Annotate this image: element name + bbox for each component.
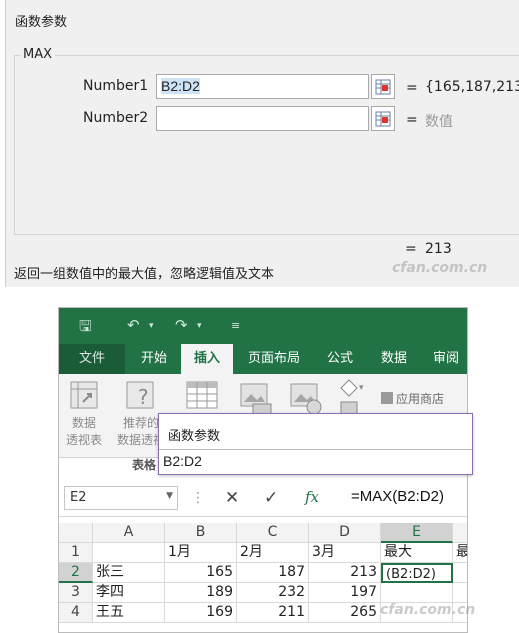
cell-f1[interactable]: 最 [453,543,467,563]
number2-equals: = [406,112,418,128]
online-pictures-icon [290,383,322,415]
tab-file[interactable]: 文件 [59,344,125,374]
tab-insert[interactable]: 插入 [181,344,233,374]
column-header-b[interactable]: B [165,523,237,543]
column-header-a[interactable]: A [93,523,165,543]
svg-text:?: ? [138,385,149,409]
cell-a4[interactable]: 王五 [93,603,165,623]
store-icon [381,392,393,404]
cell-b1[interactable]: 1月 [165,543,237,563]
cell-f2[interactable] [453,563,467,583]
pivot-table-label-2: 透视表 [65,433,102,447]
watermark: cfan.com.cn [392,260,488,276]
column-header-c[interactable]: C [237,523,309,543]
save-icon[interactable]: 🖫 [79,316,92,341]
formula-bar: E2 ▼ ⋮ ✕ ✓ fx =MAX(B2:D2) [59,480,467,517]
number2-input[interactable] [156,106,369,131]
undo-icon[interactable]: ↶ [127,316,140,334]
function-arguments-dialog: 函数参数 MAX Number1 B2:D2 = {165,187,213} N… [5,0,519,287]
shapes-icon[interactable]: ▾ [335,378,369,418]
insert-function-icon[interactable]: fx [305,488,319,506]
ribbon-tabs: 文件 开始 插入 页面布局 公式 数据 审阅 [59,344,467,374]
row-header[interactable]: 3 [59,583,93,603]
number1-label: Number1 [83,78,149,94]
function-description: 返回一组数值中的最大值，忽略逻辑值及文本 [14,267,275,282]
table-icon [186,381,218,409]
redo-dropdown-icon[interactable]: ▾ [197,321,202,331]
cell-f3[interactable] [453,583,467,603]
cell-a3[interactable]: 李四 [93,583,165,603]
pivot-table-label-1: 数据 [71,416,96,430]
tab-formulas[interactable]: 公式 [315,344,365,374]
dialog-title: 函数参数 [15,15,68,30]
tab-review[interactable]: 审阅 [423,344,467,374]
number1-result: {165,187,213} [425,79,519,95]
column-header-f[interactable] [453,523,467,543]
watermark: cfan.com.cn [380,602,476,618]
app-store-button[interactable]: 应用商店 [381,390,467,407]
formula-input[interactable]: =MAX(B2:D2) [351,488,444,505]
enter-icon[interactable]: ✓ [264,488,278,508]
number1-equals: = [406,80,418,96]
cell-c4[interactable]: 211 [237,603,309,623]
quick-access-toolbar: 🖫 ↶ ▾ ↷ ▾ ≡ [59,308,467,344]
cell-a1[interactable] [93,543,165,563]
cancel-icon[interactable]: ✕ [225,488,239,508]
range-picker-icon [375,111,391,126]
function-name-label: MAX [20,47,56,62]
final-result-equals: = [405,241,417,257]
cell-d3[interactable]: 197 [309,583,381,603]
redo-icon[interactable]: ↷ [175,316,188,334]
cell-e2-active[interactable]: (B2:D2) [381,563,453,583]
pictures-icon [240,383,272,415]
pivot-table-icon [70,381,98,409]
select-all-corner[interactable] [59,523,93,543]
cell-a2[interactable]: 张三 [93,563,165,583]
number1-input[interactable]: B2:D2 [156,74,369,99]
row-header[interactable]: 1 [59,543,93,563]
cell-d1[interactable]: 3月 [309,543,381,563]
popup-title: 函数参数 [168,429,221,444]
number1-range-picker-button[interactable] [371,74,395,99]
tab-page-layout[interactable]: 页面布局 [239,344,309,374]
tables-group-label: 表格 [131,458,156,472]
number2-label: Number2 [83,110,149,126]
formula-bar-more-icon: ⋮ [191,490,205,506]
name-box-value: E2 [70,490,87,505]
cell-c2[interactable]: 187 [237,563,309,583]
svg-text:▾: ▾ [359,383,364,393]
column-header-d[interactable]: D [309,523,381,543]
cell-e1[interactable]: 最大 [381,543,453,563]
recommended-pivot-icon: ? [126,381,154,409]
cell-d2[interactable]: 213 [309,563,381,583]
cell-b2[interactable]: 165 [165,563,237,583]
app-store-label: 应用商店 [396,392,445,406]
customize-qat-icon[interactable]: ≡ [231,319,240,332]
number1-value: B2:D2 [161,78,200,94]
cell-b3[interactable]: 189 [165,583,237,603]
final-result-value: 213 [425,241,452,257]
name-box[interactable]: E2 ▼ [64,486,178,510]
cell-c3[interactable]: 232 [237,583,309,603]
number2-result: 数值 [425,114,453,130]
cell-d4[interactable]: 265 [309,603,381,623]
column-header-e[interactable]: E [381,523,453,543]
row-header[interactable]: 2 [59,563,93,583]
tab-home[interactable]: 开始 [129,344,179,374]
cell-b4[interactable]: 169 [165,603,237,623]
name-box-dropdown-icon[interactable]: ▼ [166,491,173,501]
tab-data[interactable]: 数据 [369,344,419,374]
popup-range-input[interactable]: B2:D2 [159,449,472,474]
function-arguments-popup: 函数参数 B2:D2 [158,413,473,475]
cell-e3[interactable] [381,583,453,603]
pivot-table-button[interactable]: 数据 透视表 [63,414,105,448]
undo-dropdown-icon[interactable]: ▾ [149,321,154,331]
number2-range-picker-button[interactable] [371,106,395,131]
range-picker-icon [375,79,391,94]
cell-c1[interactable]: 2月 [237,543,309,563]
row-header[interactable]: 4 [59,603,93,623]
